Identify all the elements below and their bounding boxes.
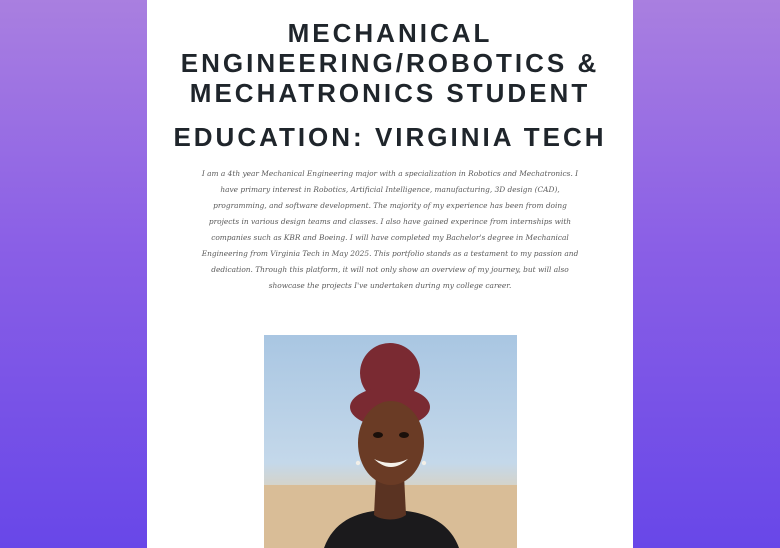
page-title: MECHANICAL ENGINEERING/ROBOTICS & MECHAT… [180,18,600,108]
education-heading: EDUCATION: VIRGINIA TECH [173,122,607,152]
profile-photo [264,335,517,548]
bio-paragraph: I am a 4th year Mechanical Engineering m… [201,169,579,290]
content-panel: MECHANICAL ENGINEERING/ROBOTICS & MECHAT… [147,0,633,548]
